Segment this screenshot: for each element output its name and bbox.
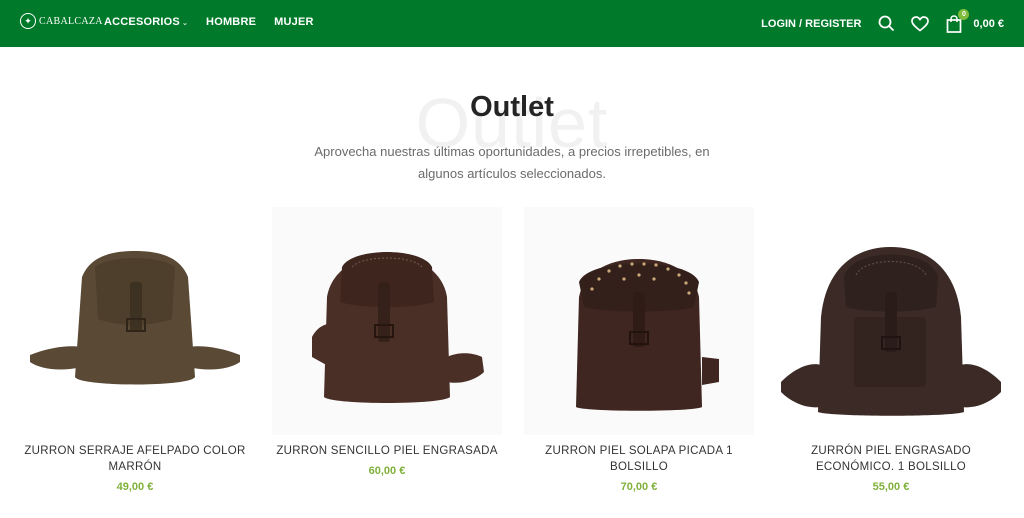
product-image[interactable] (272, 207, 502, 435)
logo-emblem-icon: ✦ (20, 13, 36, 29)
heart-icon[interactable] (911, 15, 930, 33)
product-card[interactable]: ZURRÓN PIEL ENGRASADO ECONÓMICO. 1 BOLSI… (776, 207, 1006, 493)
search-icon[interactable] (877, 15, 895, 33)
shopping-bag-icon: 0 (945, 8, 970, 33)
product-name[interactable]: ZURRON PIEL SOLAPA PICADA 1 BOLSILLO (524, 443, 754, 475)
chevron-down-icon: ⌄ (181, 20, 189, 27)
product-card[interactable]: ZURRON PIEL SOLAPA PICADA 1 BOLSILLO 70,… (524, 207, 754, 493)
product-card[interactable]: ZURRON SENCILLO PIEL ENGRASADA 60,00 € (272, 207, 502, 493)
product-name[interactable]: ZURRON SENCILLO PIEL ENGRASADA (272, 443, 502, 459)
cart-count-badge: 0 (958, 8, 970, 20)
page-title: Outlet (470, 91, 554, 123)
page-hero: Outlet Outlet Aprovecha nuestras últimas… (0, 47, 1024, 207)
login-register-link[interactable]: LOGIN / REGISTER (761, 18, 861, 30)
nav-item-mujer[interactable]: MUJER (274, 16, 314, 28)
product-name[interactable]: ZURRON SERRAJE AFELPADO COLOR MARRÓN (20, 443, 250, 475)
nav-item-label: ACCESORIOS (104, 16, 180, 28)
nav-item-accesorios[interactable]: ACCESORIOS ⌄ (104, 16, 188, 28)
nav-item-hombre[interactable]: HOMBRE (206, 16, 256, 28)
product-price: 60,00 € (368, 465, 406, 477)
logo-text: CABALCAZA (39, 15, 103, 27)
product-price: 70,00 € (620, 481, 658, 493)
product-image[interactable] (776, 207, 1006, 435)
product-price: 49,00 € (116, 481, 154, 493)
page-subtitle: Aprovecha nuestras últimas oportunidades… (314, 144, 710, 181)
product-image[interactable] (524, 207, 754, 435)
main-nav: ACCESORIOS ⌄ HOMBRE MUJER (104, 16, 314, 28)
site-header: ✦ CABALCAZA ACCESORIOS ⌄ HOMBRE MUJER LOG… (0, 0, 1024, 47)
cart-button[interactable]: 0 0,00 € (945, 8, 1004, 33)
product-image[interactable] (20, 207, 250, 435)
header-actions: LOGIN / REGISTER 0 0,00 € (761, 0, 1004, 47)
cart-total: 0,00 € (973, 17, 1004, 30)
product-name[interactable]: ZURRÓN PIEL ENGRASADO ECONÓMICO. 1 BOLSI… (776, 443, 1006, 475)
logo[interactable]: ✦ CABALCAZA (20, 13, 103, 29)
product-card[interactable]: ZURRON SERRAJE AFELPADO COLOR MARRÓN 49,… (20, 207, 250, 493)
product-grid: ZURRON SERRAJE AFELPADO COLOR MARRÓN 49,… (20, 207, 1006, 493)
product-price: 55,00 € (872, 481, 910, 493)
